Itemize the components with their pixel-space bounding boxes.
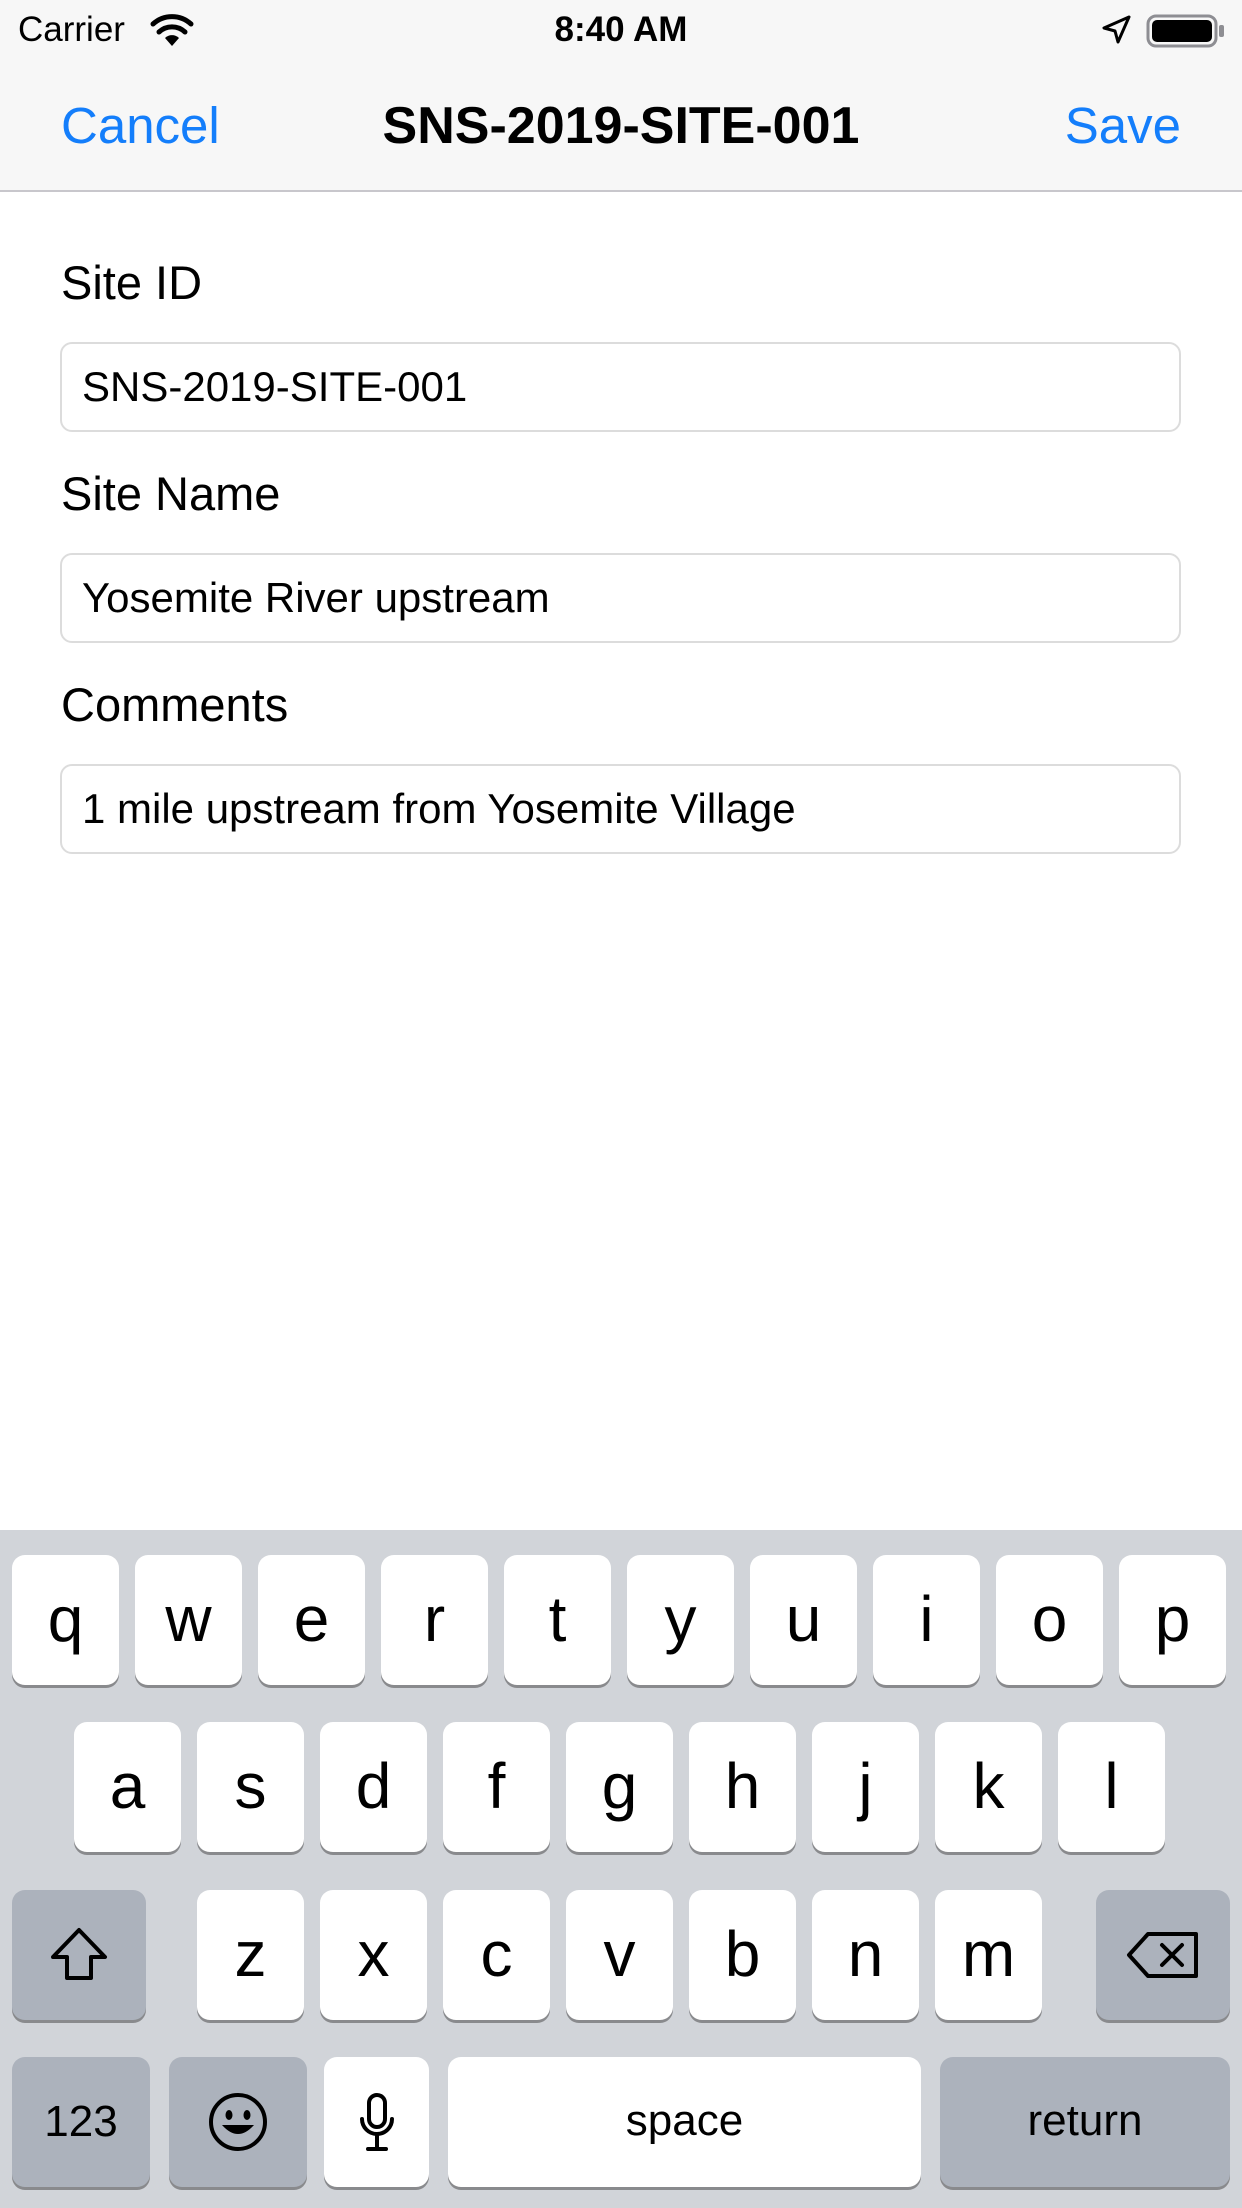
site-name-field[interactable] (60, 553, 1181, 643)
key-b[interactable]: b (689, 1890, 796, 2020)
key-k[interactable]: k (935, 1722, 1042, 1852)
navigation-bar: Cancel SNS-2019-SITE-001 Save (0, 62, 1242, 192)
key-q[interactable]: q (12, 1555, 119, 1685)
key-t[interactable]: t (504, 1555, 611, 1685)
save-button[interactable]: Save (1065, 96, 1181, 155)
key-n[interactable]: n (812, 1890, 919, 2020)
key-z[interactable]: z (197, 1890, 304, 2020)
battery-icon (1146, 14, 1226, 48)
return-key[interactable]: return (940, 2057, 1230, 2187)
emoji-key[interactable] (169, 2057, 307, 2187)
key-x[interactable]: x (320, 1890, 427, 2020)
shift-key[interactable] (12, 1890, 146, 2020)
microphone-key[interactable] (324, 2057, 429, 2187)
key-f[interactable]: f (443, 1722, 550, 1852)
cancel-button[interactable]: Cancel (61, 96, 220, 155)
key-c[interactable]: c (443, 1890, 550, 2020)
comments-field[interactable] (60, 764, 1181, 854)
key-d[interactable]: d (320, 1722, 427, 1852)
key-g[interactable]: g (566, 1722, 673, 1852)
key-v[interactable]: v (566, 1890, 673, 2020)
key-i[interactable]: i (873, 1555, 980, 1685)
key-p[interactable]: p (1119, 1555, 1226, 1685)
site-name-label: Site Name (61, 467, 281, 520)
keyboard: q w e r t y u i o p a s d f g h j k l z … (0, 1530, 1242, 2208)
status-time: 8:40 AM (554, 10, 688, 49)
key-u[interactable]: u (750, 1555, 857, 1685)
key-m[interactable]: m (935, 1890, 1042, 2020)
key-s[interactable]: s (197, 1722, 304, 1852)
key-a[interactable]: a (74, 1722, 181, 1852)
comments-label: Comments (61, 678, 289, 731)
space-key[interactable]: space (448, 2057, 921, 2187)
key-e[interactable]: e (258, 1555, 365, 1685)
key-h[interactable]: h (689, 1722, 796, 1852)
key-y[interactable]: y (627, 1555, 734, 1685)
status-bar: Carrier 8:40 AM (0, 0, 1242, 62)
site-id-label: Site ID (61, 256, 203, 309)
key-o[interactable]: o (996, 1555, 1103, 1685)
site-id-field[interactable] (60, 342, 1181, 432)
numbers-key[interactable]: 123 (12, 2057, 150, 2187)
key-w[interactable]: w (135, 1555, 242, 1685)
key-r[interactable]: r (381, 1555, 488, 1685)
key-l[interactable]: l (1058, 1722, 1165, 1852)
delete-key[interactable] (1096, 1890, 1230, 2020)
key-j[interactable]: j (812, 1722, 919, 1852)
location-arrow-icon (1100, 14, 1132, 46)
